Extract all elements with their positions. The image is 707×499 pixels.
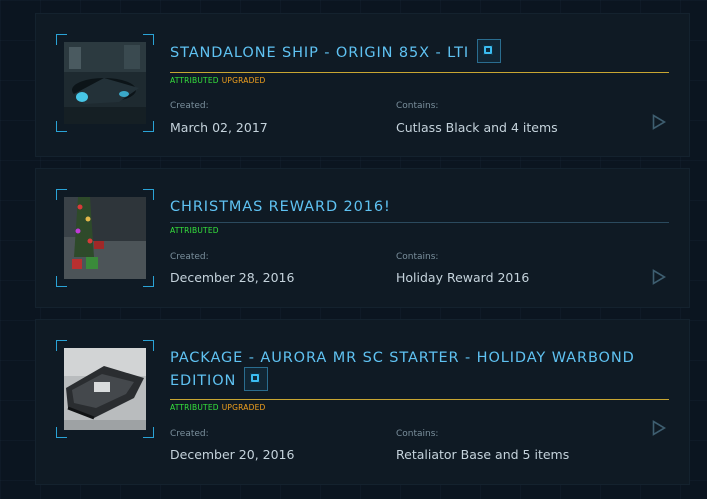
chip-icon — [477, 39, 502, 63]
separator — [170, 72, 669, 73]
created-label: Created: — [170, 429, 209, 439]
created-label: Created: — [170, 252, 209, 262]
contains-label: Contains: — [396, 101, 439, 111]
chip-icon — [244, 367, 269, 391]
expand-play-icon[interactable] — [652, 114, 667, 130]
contains-value: Retaliator Base and 5 items — [396, 447, 570, 462]
pledge-thumbnail[interactable] — [56, 189, 154, 287]
attributed-badge: ATTRIBUTED — [170, 226, 219, 235]
status-tags: ATTRIBUTED — [170, 226, 219, 235]
status-tags: ATTRIBUTED UPGRADED — [170, 403, 266, 412]
pledge-thumbnail[interactable] — [56, 34, 154, 132]
attributed-badge: ATTRIBUTED — [170, 403, 219, 412]
separator — [170, 222, 669, 223]
contains-value: Holiday Reward 2016 — [396, 270, 530, 285]
christmas-tree-thumbnail-icon — [64, 197, 146, 279]
upgraded-badge: UPGRADED — [221, 76, 266, 85]
separator — [170, 399, 669, 400]
pledge-title[interactable]: PACKAGE - AURORA MR SC STARTER - HOLIDAY… — [170, 347, 670, 393]
ship-thumbnail-icon — [64, 42, 146, 124]
pledge-title-text: PACKAGE - AURORA MR SC STARTER - HOLIDAY… — [170, 350, 635, 366]
contains-label: Contains: — [396, 429, 439, 439]
created-value: December 28, 2016 — [170, 270, 295, 285]
created-value: March 02, 2017 — [170, 120, 268, 135]
created-label: Created: — [170, 101, 209, 111]
aurora-ship-thumbnail-icon — [64, 348, 146, 430]
expand-play-icon[interactable] — [652, 420, 667, 436]
expand-play-icon[interactable] — [652, 269, 667, 285]
pledge-item[interactable]: CHRISTMAS REWARD 2016! ATTRIBUTED Create… — [35, 168, 690, 308]
pledge-title-text: STANDALONE SHIP - ORIGIN 85X - LTI — [170, 45, 470, 61]
status-tags: ATTRIBUTED UPGRADED — [170, 76, 266, 85]
contains-value: Cutlass Black and 4 items — [396, 120, 558, 135]
created-value: December 20, 2016 — [170, 447, 295, 462]
contains-label: Contains: — [396, 252, 439, 262]
pledge-item[interactable]: STANDALONE SHIP - ORIGIN 85X - LTI ATTRI… — [35, 13, 690, 157]
pledge-title[interactable]: CHRISTMAS REWARD 2016! — [170, 196, 670, 218]
pledge-title-text-line2: EDITION — [170, 373, 237, 389]
attributed-badge: ATTRIBUTED — [170, 76, 219, 85]
pledge-item[interactable]: PACKAGE - AURORA MR SC STARTER - HOLIDAY… — [35, 319, 690, 485]
pledge-title[interactable]: STANDALONE SHIP - ORIGIN 85X - LTI — [170, 39, 670, 65]
pledge-title-text: CHRISTMAS REWARD 2016! — [170, 199, 391, 215]
upgraded-badge: UPGRADED — [221, 403, 266, 412]
pledge-thumbnail[interactable] — [56, 340, 154, 438]
